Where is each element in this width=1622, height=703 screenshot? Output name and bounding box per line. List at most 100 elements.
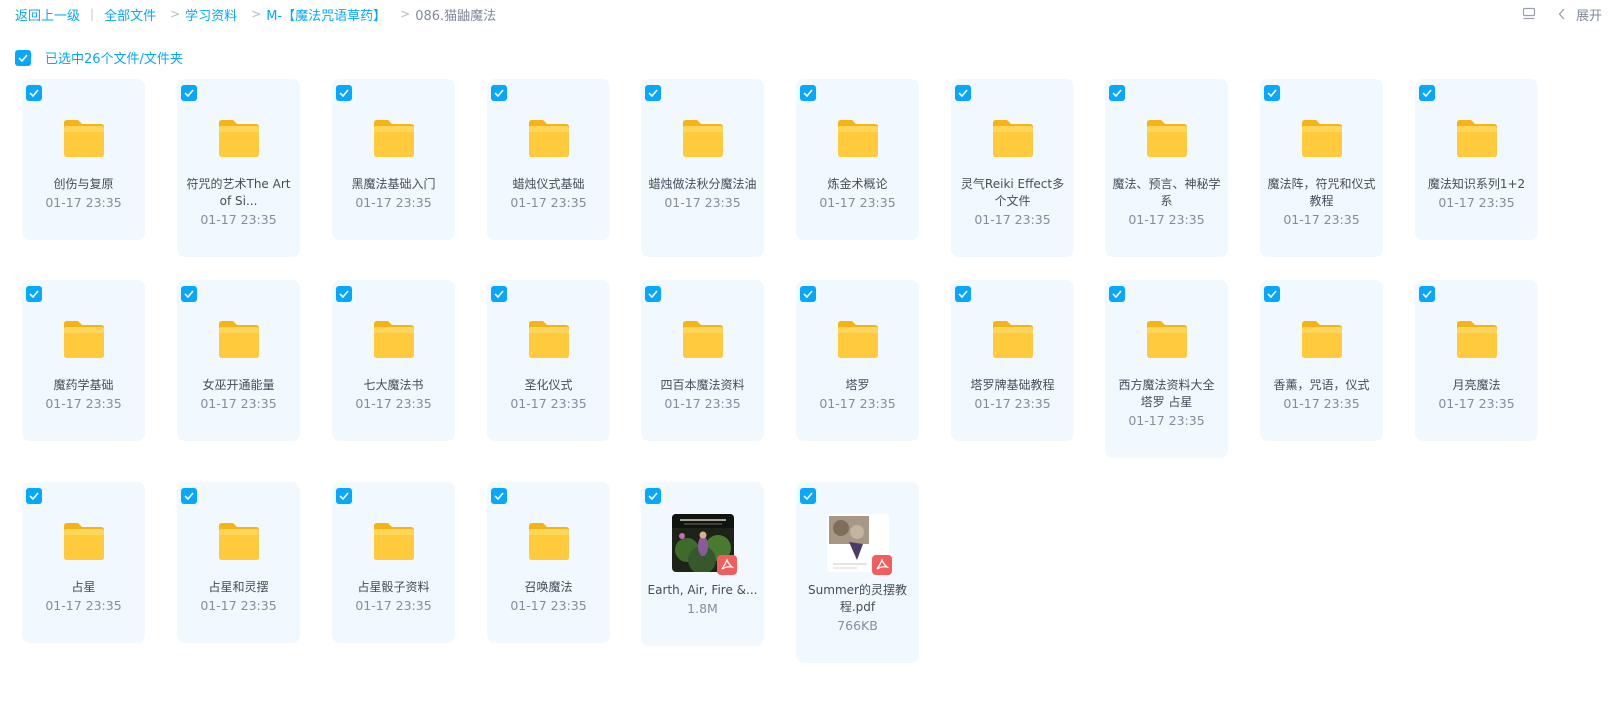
file-card[interactable]: 魔药学基础 01-17 23:35 bbox=[22, 280, 145, 441]
file-card[interactable]: 占星骰子资料 01-17 23:35 bbox=[332, 482, 455, 643]
file-card[interactable]: 召唤魔法 01-17 23:35 bbox=[487, 482, 610, 643]
file-name: 魔法知识系列1+2 01-17 23:35 bbox=[1421, 176, 1532, 212]
file-name: 符咒的艺术The Art of Si... 01-17 23:35 bbox=[183, 176, 294, 229]
file-card[interactable]: 圣化仪式 01-17 23:35 bbox=[487, 280, 610, 441]
checkbox[interactable] bbox=[26, 85, 42, 101]
file-date: 01-17 23:35 bbox=[1438, 396, 1515, 411]
file-name: 圣化仪式 01-17 23:35 bbox=[493, 377, 604, 413]
checkbox[interactable] bbox=[1419, 286, 1435, 302]
file-card[interactable]: 塔罗牌基础教程 01-17 23:35 bbox=[951, 280, 1074, 441]
checkbox[interactable] bbox=[491, 286, 507, 302]
folder-icon bbox=[838, 120, 878, 157]
file-date: 01-17 23:35 bbox=[819, 195, 896, 210]
checkbox[interactable] bbox=[491, 85, 507, 101]
checkbox[interactable] bbox=[181, 85, 197, 101]
checkbox[interactable] bbox=[491, 488, 507, 504]
file-date: 01-17 23:35 bbox=[510, 195, 587, 210]
file-card[interactable]: 魔法阵，符咒和仪式教程 01-17 23:35 bbox=[1260, 79, 1383, 257]
checkbox[interactable] bbox=[955, 286, 971, 302]
file-card[interactable]: 四百本魔法资料 01-17 23:35 bbox=[641, 280, 764, 441]
checkbox[interactable] bbox=[181, 286, 197, 302]
folder-icon bbox=[683, 321, 723, 358]
breadcrumb-separator: > bbox=[170, 7, 181, 21]
checkbox[interactable] bbox=[336, 286, 352, 302]
breadcrumb-item-study[interactable]: 学习资料 bbox=[185, 5, 237, 24]
file-card[interactable]: 占星 01-17 23:35 bbox=[22, 482, 145, 643]
file-card[interactable]: 七大魔法书 01-17 23:35 bbox=[332, 280, 455, 441]
checkbox[interactable] bbox=[26, 286, 42, 302]
checkbox[interactable] bbox=[181, 488, 197, 504]
file-date: 01-17 23:35 bbox=[200, 212, 277, 227]
file-name: 蜡烛仪式基础 01-17 23:35 bbox=[493, 176, 604, 212]
checkbox[interactable] bbox=[800, 488, 816, 504]
checkbox[interactable] bbox=[1109, 286, 1125, 302]
checkbox[interactable] bbox=[336, 488, 352, 504]
checkbox[interactable] bbox=[1264, 286, 1280, 302]
checkbox[interactable] bbox=[800, 286, 816, 302]
file-name: 魔法阵，符咒和仪式教程 01-17 23:35 bbox=[1267, 177, 1376, 227]
list-view-icon[interactable] bbox=[1522, 7, 1536, 21]
file-card[interactable]: 符咒的艺术The Art of Si... 01-17 23:35 bbox=[177, 79, 300, 257]
file-card[interactable]: 黑魔法基础入门 01-17 23:35 bbox=[332, 79, 455, 240]
folder-icon bbox=[1457, 321, 1497, 358]
file-name: 塔罗牌基础教程 01-17 23:35 bbox=[957, 377, 1068, 413]
folder-icon bbox=[1302, 120, 1342, 157]
file-card[interactable]: 炼金术概论 01-17 23:35 bbox=[796, 79, 919, 240]
checkbox[interactable] bbox=[1109, 85, 1125, 101]
breadcrumb-item-magic[interactable]: M-【魔法咒语草药】 bbox=[266, 5, 386, 24]
expand-button[interactable]: 展开 bbox=[1558, 5, 1602, 24]
folder-icon bbox=[374, 120, 414, 157]
checkbox[interactable] bbox=[26, 488, 42, 504]
file-card[interactable]: 魔法、预言、神秘学系 01-17 23:35 bbox=[1105, 79, 1228, 257]
file-card[interactable]: 月亮魔法 01-17 23:35 bbox=[1415, 280, 1538, 441]
file-card[interactable]: 灵气Reiki Effect多个文件 01-17 23:35 bbox=[951, 79, 1074, 257]
file-card[interactable]: 女巫开通能量 01-17 23:35 bbox=[177, 280, 300, 441]
file-date: 01-17 23:35 bbox=[355, 195, 432, 210]
folder-icon bbox=[1457, 120, 1497, 157]
folder-icon bbox=[1302, 321, 1342, 358]
file-size: 766KB bbox=[837, 618, 878, 633]
file-date: 01-17 23:35 bbox=[974, 396, 1051, 411]
selection-count: 已选中26个文件/文件夹 bbox=[45, 52, 183, 67]
file-name: 召唤魔法 01-17 23:35 bbox=[493, 579, 604, 615]
file-date: 01-17 23:35 bbox=[45, 396, 122, 411]
file-name: 女巫开通能量 01-17 23:35 bbox=[183, 377, 294, 413]
file-card[interactable]: 香薰，咒语，仪式 01-17 23:35 bbox=[1260, 280, 1383, 441]
checkbox[interactable] bbox=[1419, 85, 1435, 101]
back-link[interactable]: 返回上一级 bbox=[15, 5, 80, 24]
top-bar: 返回上一级 | 全部文件 > 学习资料 > M-【魔法咒语草药】 > 086.猫… bbox=[15, 0, 1602, 28]
file-card[interactable]: 西方魔法资料大全 塔罗 占星 01-17 23:35 bbox=[1105, 280, 1228, 458]
file-name: 占星 01-17 23:35 bbox=[28, 579, 139, 615]
file-card[interactable]: 占星和灵摆 01-17 23:35 bbox=[177, 482, 300, 643]
file-date: 01-17 23:35 bbox=[200, 598, 277, 613]
file-name: 香薰，咒语，仪式 01-17 23:35 bbox=[1266, 377, 1377, 413]
breadcrumb-divider: | bbox=[90, 7, 95, 21]
file-date: 01-17 23:35 bbox=[355, 396, 432, 411]
file-card[interactable]: 创伤与复原 01-17 23:35 bbox=[22, 79, 145, 240]
checkbox[interactable] bbox=[800, 85, 816, 101]
checkbox[interactable] bbox=[955, 85, 971, 101]
file-card[interactable]: Earth, Air, Fire &... 1.8M bbox=[641, 482, 764, 646]
file-date: 01-17 23:35 bbox=[200, 396, 277, 411]
file-name: 七大魔法书 01-17 23:35 bbox=[338, 377, 449, 413]
checkbox[interactable] bbox=[1264, 85, 1280, 101]
chevron-left-icon bbox=[1558, 8, 1566, 20]
file-card[interactable]: 魔法知识系列1+2 01-17 23:35 bbox=[1415, 79, 1538, 240]
file-name: 月亮魔法 01-17 23:35 bbox=[1421, 377, 1532, 413]
file-card[interactable]: 蜡烛仪式基础 01-17 23:35 bbox=[487, 79, 610, 240]
folder-icon bbox=[529, 120, 569, 157]
select-all-row: 已选中26个文件/文件夹 bbox=[15, 48, 183, 67]
file-card[interactable]: Summer的灵摆教程.pdf 766KB bbox=[796, 482, 919, 663]
file-card[interactable]: 塔罗 01-17 23:35 bbox=[796, 280, 919, 441]
file-date: 01-17 23:35 bbox=[1438, 195, 1515, 210]
checkbox[interactable] bbox=[645, 488, 661, 504]
folder-icon bbox=[219, 321, 259, 358]
checkbox[interactable] bbox=[645, 85, 661, 101]
file-name: 魔药学基础 01-17 23:35 bbox=[28, 377, 139, 413]
checkbox[interactable] bbox=[645, 286, 661, 302]
file-card[interactable]: 蜡烛做法秋分魔法油 01-17 23:35 bbox=[641, 79, 764, 257]
file-size: 1.8M bbox=[687, 601, 718, 616]
select-all-checkbox[interactable] bbox=[15, 49, 31, 66]
checkbox[interactable] bbox=[336, 85, 352, 101]
breadcrumb-item-all-files[interactable]: 全部文件 bbox=[104, 5, 156, 24]
